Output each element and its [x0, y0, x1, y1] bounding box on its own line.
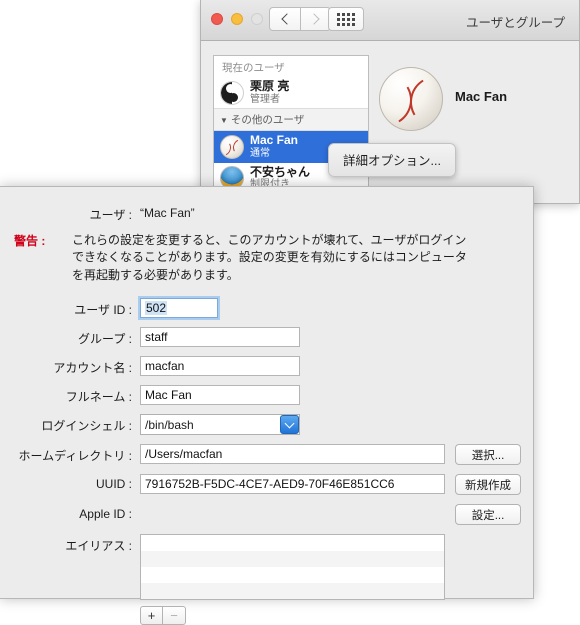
minimize-icon[interactable] — [231, 13, 243, 25]
chevron-left-icon — [280, 13, 293, 25]
warning-label: 警告 : — [14, 234, 46, 248]
account-name-input[interactable]: macfan — [140, 356, 300, 377]
group-label: その他のユーザ — [230, 114, 305, 127]
chevron-down-icon[interactable] — [280, 415, 299, 435]
list-item-current-user[interactable]: 栗原 亮 管理者 — [214, 77, 368, 108]
home-directory-label: ホームディレクトリ : — [18, 449, 132, 464]
preferences-body: 現在のユーザ 栗原 亮 管理者 ▼ その他のユーザ Mac Fan 通常 不安ち… — [201, 41, 579, 203]
other-users-group-header[interactable]: ▼ その他のユーザ — [214, 108, 368, 132]
close-icon[interactable] — [211, 13, 223, 25]
selected-user-pane: Mac Fan — [379, 55, 567, 203]
user-label: ユーザ : — [89, 208, 132, 222]
choose-button[interactable]: 選択... — [455, 444, 521, 466]
warning-text: これらの設定を変更すると、このアカウントが壊れて、ユーザがログインできなくなるこ… — [72, 233, 467, 282]
grid-icon — [337, 12, 355, 26]
context-menu-advanced-options[interactable]: 詳細オプション... — [328, 143, 456, 177]
apple-id-settings-button[interactable]: 設定... — [455, 504, 521, 526]
menu-item-label: 詳細オプション... — [343, 154, 441, 168]
disclosure-triangle-icon: ▼ — [220, 116, 228, 126]
create-new-uuid-button[interactable]: 新規作成 — [455, 474, 521, 496]
home-directory-row: ホームディレクトリ : /Users/macfan 選択... — [0, 444, 533, 466]
uuid-label: UUID : — [96, 477, 132, 492]
baseball-avatar-icon — [220, 134, 244, 159]
user-id-value: 502 — [145, 301, 168, 316]
aliases-label: エイリアス : — [65, 539, 132, 554]
aliases-list[interactable] — [140, 534, 445, 601]
user-id-row: ユーザ ID : 502 — [0, 298, 533, 319]
uuid-input[interactable]: 7916752B-F5DC-4CE7-AED9-70F46E851CC6 — [140, 474, 445, 495]
home-directory-input[interactable]: /Users/macfan — [140, 444, 445, 465]
login-shell-row: ログインシェル : /bin/bash — [0, 414, 533, 436]
nav-buttons — [269, 7, 331, 31]
advanced-options-sheet: ユーザ : “Mac Fan” 警告 : これらの設定を変更すると、このアカウン… — [0, 186, 534, 625]
account-name-label: アカウント名 : — [53, 361, 132, 376]
user-name: 不安ちゃん — [250, 164, 311, 179]
user-role: 管理者 — [250, 93, 280, 105]
login-shell-select[interactable]: /bin/bash — [140, 414, 300, 436]
account-name-row: アカウント名 : macfan — [0, 356, 533, 377]
apple-id-label: Apple ID : — [79, 507, 132, 522]
window-title: ユーザとグループ — [465, 16, 565, 30]
window-controls — [211, 13, 263, 25]
selected-user-name: Mac Fan — [455, 89, 508, 104]
show-all-button[interactable] — [328, 7, 364, 31]
zoom-icon — [251, 13, 263, 25]
back-button[interactable] — [269, 7, 300, 31]
uuid-row: UUID : 7916752B-F5DC-4CE7-AED9-70F46E851… — [0, 474, 533, 496]
user-name: 栗原 亮 — [250, 79, 290, 93]
user-value: “Mac Fan” — [140, 206, 195, 220]
user-list: 現在のユーザ 栗原 亮 管理者 ▼ その他のユーザ Mac Fan 通常 不安ち… — [213, 55, 369, 203]
current-user-header: 現在のユーザ — [222, 62, 285, 74]
full-name-input[interactable]: Mac Fan — [140, 385, 300, 406]
user-role: 通常 — [250, 148, 270, 160]
warning-row: 警告 : これらの設定を変更すると、このアカウントが壊れて、ユーザがログインでき… — [0, 232, 533, 284]
group-row: グループ : staff — [0, 327, 533, 348]
login-shell-value: /bin/bash — [145, 417, 194, 432]
aliases-row: エイリアス : + − — [0, 534, 533, 625]
forward-button[interactable] — [300, 7, 331, 31]
baseball-avatar-large-icon[interactable] — [379, 67, 443, 131]
full-name-label: フルネーム : — [65, 390, 132, 405]
aliases-buttons: + − — [140, 606, 445, 625]
chevron-right-icon — [308, 13, 320, 25]
login-shell-label: ログインシェル : — [41, 419, 132, 434]
yinyang-avatar-icon — [220, 80, 244, 105]
group-label: グループ : — [78, 332, 132, 347]
full-name-row: フルネーム : Mac Fan — [0, 385, 533, 406]
user-title-row: ユーザ : “Mac Fan” — [0, 203, 533, 223]
user-id-input[interactable]: 502 — [140, 298, 218, 319]
apple-id-row: Apple ID : 設定... — [0, 504, 533, 526]
remove-alias-button: − — [163, 606, 186, 625]
window-titlebar: ユーザとグループ — [201, 0, 579, 41]
add-alias-button[interactable]: + — [140, 606, 163, 625]
user-id-label: ユーザ ID : — [74, 303, 132, 318]
aliases-container: + − — [140, 534, 445, 625]
user-name: Mac Fan — [250, 133, 299, 148]
group-input[interactable]: staff — [140, 327, 300, 348]
